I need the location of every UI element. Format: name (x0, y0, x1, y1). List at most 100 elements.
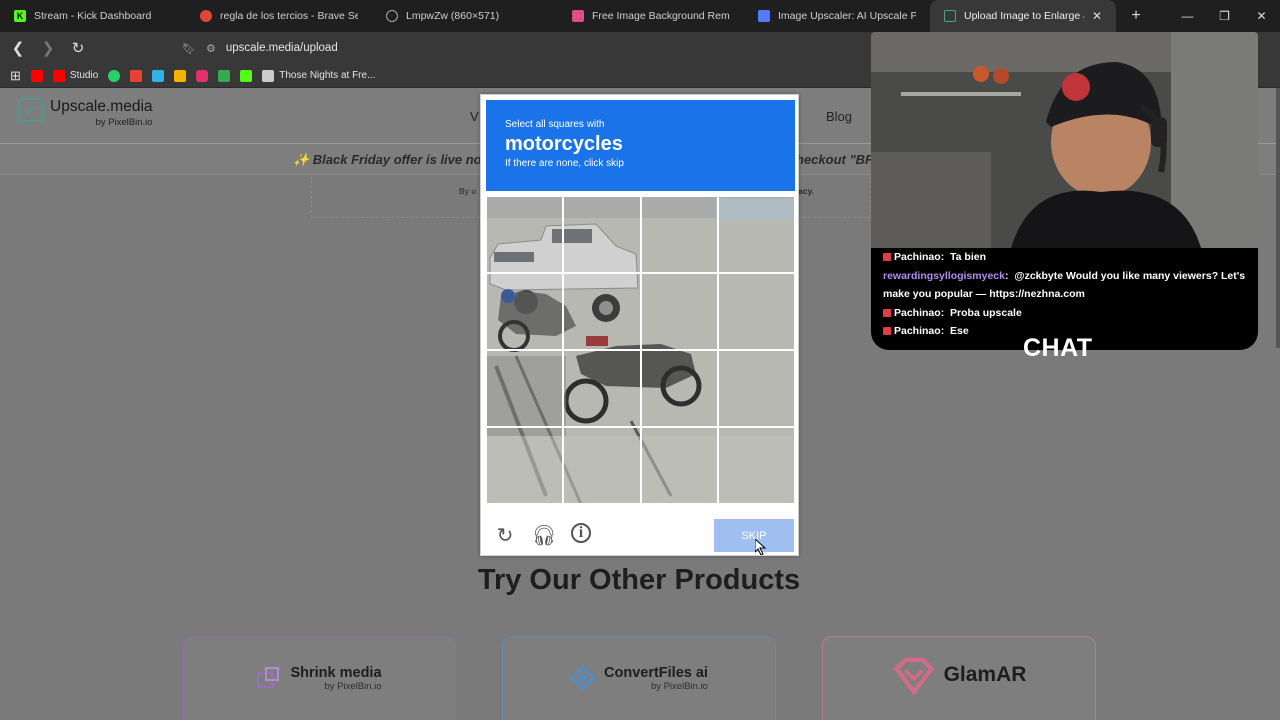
product-card-convertfiles[interactable]: ConvertFiles ai by PixelBin.io (502, 636, 776, 720)
shrink-media-icon (257, 667, 280, 688)
info-icon[interactable]: i (571, 523, 591, 543)
bookmark-label: Those Nights at Fre... (279, 70, 376, 81)
captcha-tile[interactable] (486, 427, 564, 504)
terms-text: By u (459, 186, 477, 196)
back-icon[interactable]: ❮ (6, 36, 30, 60)
captcha-tile[interactable] (640, 350, 718, 427)
brave-search-icon (200, 10, 212, 22)
glamar-icon (893, 657, 934, 695)
captcha-tile[interactable] (640, 273, 718, 350)
site-info-icon[interactable]: ⚙ (206, 42, 216, 55)
captcha-tile[interactable] (640, 196, 718, 273)
app-icon (174, 69, 187, 82)
captcha-tile[interactable] (563, 427, 641, 504)
nav-link-partial[interactable]: V (470, 109, 479, 124)
url-text[interactable]: upscale.media/upload (226, 42, 338, 54)
moderator-badge-icon (883, 308, 891, 317)
nav-link-blog[interactable]: Blog (826, 109, 852, 124)
captcha-tile[interactable] (717, 273, 795, 350)
product-card-shrink-media[interactable]: Shrink media by PixelBin.io (182, 636, 456, 720)
captcha-tile[interactable] (563, 196, 641, 273)
skip-button[interactable]: SKIP (714, 519, 794, 552)
app-icon (572, 10, 584, 22)
kick-icon: K (14, 10, 26, 22)
tab-label: Image Upscaler: AI Upscale Photo (778, 10, 916, 22)
captcha-tile[interactable] (640, 427, 718, 504)
globe-icon (386, 10, 398, 22)
app-icon (152, 69, 165, 82)
product-sub: by PixelBin.io (650, 681, 708, 692)
audio-challenge-icon[interactable]: 🎧︎ (531, 523, 556, 547)
forward-icon[interactable]: ❯ (36, 36, 60, 60)
bookmark-whatsapp[interactable] (108, 69, 121, 82)
product-name: Shrink media (290, 665, 382, 681)
address-bar[interactable]: 🔖︎ ⚙ upscale.media/upload (182, 36, 842, 60)
moderator-badge-icon (883, 253, 891, 262)
captcha-image-grid (486, 196, 795, 504)
close-window-icon[interactable]: ✕ (1243, 0, 1280, 32)
bookmark-label: Studio (69, 70, 99, 81)
tab-label: LmpwZw (860×571) (406, 10, 500, 22)
captcha-header: Select all squares with motorcycles If t… (486, 100, 795, 191)
kick-icon (240, 69, 253, 82)
captcha-tile[interactable] (717, 350, 795, 427)
tab-background-remover[interactable]: Free Image Background Remover (558, 0, 744, 32)
tab-upscale-upload[interactable]: Upload Image to Enlarge & E ✕ (930, 0, 1116, 32)
bookmark-icon[interactable]: 🔖︎ (182, 42, 196, 55)
logo-name: Upscale.media (50, 98, 153, 115)
product-name: GlamAR (943, 663, 1027, 686)
tab-kick-dashboard[interactable]: K Stream - Kick Dashboard (0, 0, 186, 32)
captcha-tile[interactable] (717, 427, 795, 504)
bookmark-youtube[interactable] (30, 69, 43, 82)
youtube-icon (30, 69, 43, 82)
bookmark-studio[interactable]: Studio (52, 69, 99, 82)
tab-brave-search[interactable]: regla de los tercios - Brave Search (186, 0, 372, 32)
product-card-glamar[interactable]: GlamAR (822, 636, 1096, 720)
reload-challenge-icon[interactable]: ↻ (493, 523, 517, 547)
moderator-badge-icon (883, 327, 891, 336)
chat-username: Pachinao (894, 306, 941, 319)
instagram-icon (196, 69, 209, 82)
scrollbar[interactable] (1276, 88, 1280, 348)
captcha-tile[interactable] (563, 350, 641, 427)
convertfiles-icon (570, 665, 596, 691)
restore-icon[interactable]: ❐ (1206, 0, 1243, 32)
captcha-tile[interactable] (486, 196, 564, 273)
reload-icon[interactable]: ↻ (66, 36, 90, 60)
captcha-tile[interactable] (563, 273, 641, 350)
webcam-overlay (871, 32, 1258, 248)
new-tab-button[interactable]: + (1124, 7, 1148, 25)
bookmark-gmail[interactable] (130, 69, 143, 82)
captcha-hint: If there are none, click skip (505, 158, 624, 169)
privacy-link[interactable]: acy. (798, 186, 814, 196)
minimize-icon[interactable]: — (1169, 0, 1206, 32)
chat-text: Ese (950, 325, 969, 337)
mouse-cursor-icon (755, 539, 767, 555)
gmail-icon (130, 69, 143, 82)
chat-message: Pachinao: Proba upscale (883, 304, 1246, 323)
captcha-target: motorcycles (505, 133, 623, 155)
youtube-studio-icon (52, 69, 65, 82)
bookmark-app[interactable] (152, 69, 165, 82)
app-icon (262, 69, 275, 82)
app-icon (758, 10, 770, 22)
site-logo[interactable]: Upscale.media by PixelBin.io (18, 98, 153, 128)
bookmark-app[interactable] (174, 69, 187, 82)
promo-text-end: heckout "BF (796, 152, 873, 167)
tab-image-upscaler[interactable]: Image Upscaler: AI Upscale Photo (744, 0, 930, 32)
close-icon[interactable]: ✕ (1092, 9, 1102, 23)
apps-grid-icon[interactable]: ⊞ (10, 68, 21, 84)
bookmark-instagram[interactable] (196, 69, 209, 82)
product-name: ConvertFiles ai (604, 665, 708, 681)
captcha-tile[interactable] (486, 350, 564, 427)
captcha-tile[interactable] (717, 196, 795, 273)
products-heading: Try Our Other Products (477, 564, 801, 596)
tab-label: Free Image Background Remover (592, 10, 730, 22)
captcha-controls: ↻ 🎧︎ i (493, 523, 591, 547)
bookmark-drive[interactable] (218, 69, 231, 82)
captcha-tile[interactable] (486, 273, 564, 350)
bookmark-kick[interactable] (240, 69, 253, 82)
upscale-icon (944, 10, 956, 22)
bookmark-those-nights[interactable]: Those Nights at Fre... (262, 69, 376, 82)
tab-image-lmpwzw[interactable]: LmpwZw (860×571) (372, 0, 558, 32)
